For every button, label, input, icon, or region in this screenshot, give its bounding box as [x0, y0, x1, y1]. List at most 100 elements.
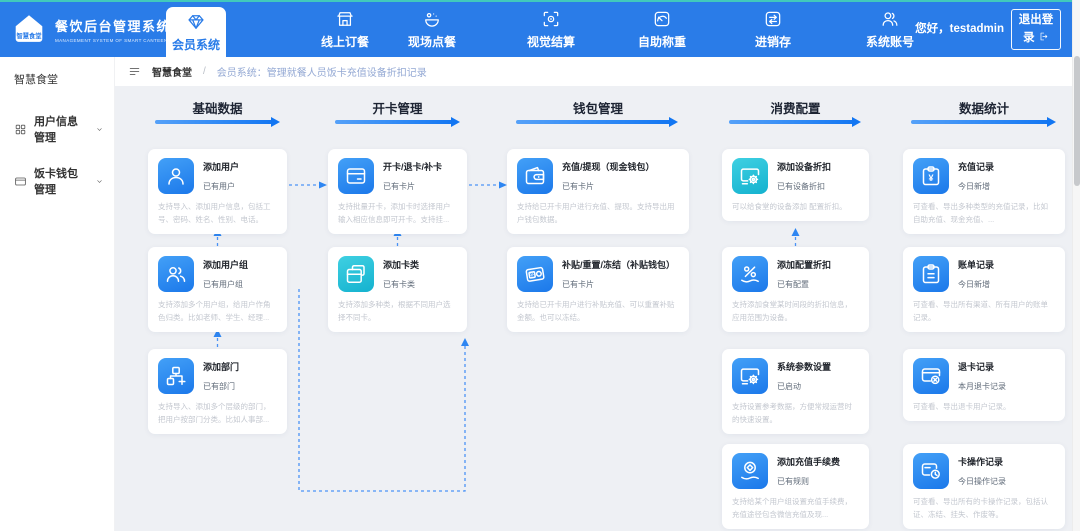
card-title: 添加配置折扣	[777, 260, 832, 270]
card-title: 开卡/退卡/补卡	[383, 162, 443, 172]
card-subtitle: 已有规则	[777, 477, 809, 486]
card-description: 支持添加多个用户组，给用户作角色归类。比如老师、学生、经理...	[158, 300, 271, 323]
column-basic-data: 基础数据 添加用户 已有用户 支持导入、添加用户信息，包括工号、密码、姓名、性别…	[148, 86, 287, 531]
card-subtitle: 已有卡片	[562, 182, 594, 191]
percent-discount-icon	[732, 256, 768, 292]
nav-label: 进销存	[754, 35, 791, 49]
dining-icon	[422, 9, 442, 29]
card-description: 可查看、导出多种类型的充值记录，比如自助充值、现金充值、...	[913, 202, 1048, 225]
sidebar-item-card-wallet[interactable]: 饭卡钱包管理	[0, 155, 114, 207]
card-add-card-types[interactable]: 添加卡类 已有卡类 支持添加多种类，根据不同用户选择不同卡。	[328, 247, 467, 333]
column-consume-config: 消费配置 添加设备折扣 已有设备折扣 可以给食堂的设备添加 配置折扣。 添加配置…	[722, 86, 869, 531]
card-description: 支持给已开卡用户进行补贴充值、可以重置补贴金额。也可以冻结。	[517, 300, 675, 323]
card-operation-records[interactable]: 卡操作记录 今日操作记录 可查看、导出所有的卡操作记录，包括认证、冻结、挂失、作…	[903, 444, 1065, 530]
nav-item-inventory[interactable]: 进销存	[728, 2, 818, 57]
card-description: 支持导入、添加用户信息，包括工号、密码、姓名、性别、电话。	[158, 202, 271, 225]
nav-item-vision-settle[interactable]: 视觉结算	[506, 2, 596, 57]
store-icon	[335, 9, 355, 29]
vision-scan-icon	[541, 9, 561, 29]
column-data-statistics: 数据统计 充值记录 今日新增 可查看、导出多种类型的充值记录，比如自助充值、现金…	[903, 86, 1065, 531]
card-title: 系统参数设置	[777, 362, 832, 372]
column-header: 基础数据	[192, 102, 243, 116]
card-subtitle: 今日新增	[958, 182, 990, 191]
nav-label: 线上订餐	[320, 35, 369, 49]
card-recharge-withdraw[interactable]: 充值/提现（现金钱包） 已有卡片 支持给已开卡用户进行充值、提现。支持导出用户钱…	[507, 149, 689, 235]
column-header-arrow	[729, 117, 862, 127]
card-description: 支持给某个用户组设置充值手续费，充值途径包含微信充值及现...	[732, 497, 852, 520]
column-wallet-management: 钱包管理 充值/提现（现金钱包） 已有卡片 支持给已开卡用户进行充值、提现。支持…	[507, 86, 689, 531]
card-description: 可查看、导出退卡用户记录。	[913, 402, 1011, 411]
nav-label: 视觉结算	[526, 35, 575, 49]
nav-label: 现场点餐	[407, 35, 456, 49]
top-navbar: 智慧食堂 餐饮后台管理系统 MANAGEMENT SYSTEM OF SMART…	[0, 2, 1080, 57]
column-header-arrow	[911, 117, 1056, 127]
sidebar-title: 智慧食堂	[14, 74, 58, 86]
nav-label: 会员系统	[171, 37, 220, 52]
card-recharge-fee[interactable]: 添加充值手续费 已有规则 支持给某个用户组设置充值手续费，充值途径包含微信充值及…	[722, 444, 869, 530]
page-scrollbar	[1072, 0, 1080, 531]
card-subtitle: 已有卡片	[562, 280, 594, 289]
card-description: 支持批量开卡，添加卡时选择用户输入相应信息即可开卡。支持挂...	[338, 202, 451, 225]
nav-item-member-system[interactable]: 会员系统	[166, 7, 226, 57]
recharge-fee-icon	[732, 453, 768, 489]
scrollbar-thumb[interactable]	[1073, 56, 1080, 186]
card-subsidy-reset-freeze[interactable]: 补贴/重置/冻结（补贴钱包） 已有卡片 支持给已开卡用户进行补贴充值、可以重置补…	[507, 247, 689, 333]
card-return-records[interactable]: 退卡记录 本月退卡记录 可查看、导出退卡用户记录。	[903, 349, 1065, 422]
nav-label: 自助称重	[637, 35, 686, 49]
column-header-arrow	[154, 117, 280, 127]
bill-record-icon	[913, 256, 949, 292]
accounts-icon	[880, 9, 900, 29]
card-open-return-replace[interactable]: 开卡/退卡/补卡 已有卡片 支持批量开卡，添加卡时选择用户输入相应信息即可开卡。…	[328, 149, 467, 235]
column-header: 数据统计	[958, 102, 1009, 116]
member-system-flow-diagram: 基础数据 添加用户 已有用户 支持导入、添加用户信息，包括工号、密码、姓名、性别…	[115, 86, 1080, 531]
grid-icon	[14, 123, 27, 136]
card-bill-records[interactable]: 账单记录 今日新增 可查看、导出所有渠道、所有用户的账单记录。	[903, 247, 1065, 333]
bank-card-icon	[338, 158, 374, 194]
card-title: 添加卡类	[383, 260, 420, 270]
add-user-icon	[158, 158, 194, 194]
column-header: 钱包管理	[572, 102, 623, 116]
logo-emblem-icon: 智慧食堂	[15, 14, 43, 42]
app-logo: 智慧食堂 餐饮后台管理系统 MANAGEMENT SYSTEM OF SMART…	[0, 11, 175, 49]
system-params-icon	[732, 358, 768, 394]
nav-item-online-order[interactable]: 线上订餐	[300, 2, 390, 57]
card-subtitle: 今日新增	[958, 280, 990, 289]
card-subtitle: 已有用户组	[203, 280, 243, 289]
card-system-params[interactable]: 系统参数设置 已启动 支持设置参考数据，方便常规运营时的快速设置。	[722, 349, 869, 435]
breadcrumb-root[interactable]: 智慧食堂	[152, 64, 192, 79]
card-device-discount[interactable]: 添加设备折扣 已有设备折扣 可以给食堂的设备添加 配置折扣。	[722, 149, 869, 222]
wallet-icon	[517, 158, 553, 194]
add-department-icon	[158, 358, 194, 394]
card-subtitle: 已有部门	[203, 382, 235, 391]
logo-badge-text: 智慧食堂	[16, 31, 42, 40]
card-subtitle: 本月退卡记录	[958, 382, 1006, 391]
logout-button[interactable]: 退出登录	[1011, 9, 1061, 50]
card-add-user[interactable]: 添加用户 已有用户 支持导入、添加用户信息，包括工号、密码、姓名、性别、电话。	[148, 149, 287, 235]
card-subtitle: 已有设备折扣	[777, 182, 825, 191]
card-title: 卡操作记录	[958, 457, 1004, 467]
sidebar-collapse-icon[interactable]	[128, 65, 141, 78]
card-operation-record-icon	[913, 453, 949, 489]
sidebar-item-user-info[interactable]: 用户信息管理	[0, 103, 114, 155]
subsidy-wallet-icon	[517, 256, 553, 292]
card-add-department[interactable]: 添加部门 已有部门 支持导入、添加多个层级的部门，把用户按部门分类。比如人事部.…	[148, 349, 287, 435]
breadcrumb-separator: /	[203, 66, 206, 77]
breadcrumb-current: 会员系统：管理就餐人员饭卡充值设备折扣记录	[216, 68, 427, 79]
logout-icon	[1038, 31, 1049, 42]
user-greeting: 您好，testadmin	[915, 23, 1004, 36]
card-subtitle: 已启动	[777, 382, 801, 391]
card-title: 充值/提现（现金钱包）	[562, 162, 655, 172]
nav-item-self-weigh[interactable]: 自助称重	[617, 2, 707, 57]
card-description: 支持添加食堂某时间段的折扣信息，应用范围为设备。	[732, 300, 852, 323]
column-card-management: 开卡管理 开卡/退卡/补卡 已有卡片 支持批量开卡，添加卡时选择用户输入相应信息…	[328, 86, 467, 531]
card-recharge-records[interactable]: 充值记录 今日新增 可查看、导出多种类型的充值记录，比如自助充值、现金充值、..…	[903, 149, 1065, 235]
chevron-down-icon	[95, 177, 104, 186]
nav-item-onsite-order[interactable]: 现场点餐	[387, 2, 477, 57]
card-add-user-group[interactable]: 添加用户组 已有用户组 支持添加多个用户组，给用户作角色归类。比如老师、学生、经…	[148, 247, 287, 333]
card-description: 可查看、导出所有渠道、所有用户的账单记录。	[913, 300, 1048, 323]
card-title: 添加设备折扣	[777, 162, 832, 172]
chevron-down-icon	[95, 125, 104, 134]
sidebar-item-label: 饭卡钱包管理	[34, 168, 78, 196]
card-icon	[14, 175, 27, 188]
card-config-discount[interactable]: 添加配置折扣 已有配置 支持添加食堂某时间段的折扣信息，应用范围为设备。	[722, 247, 869, 333]
